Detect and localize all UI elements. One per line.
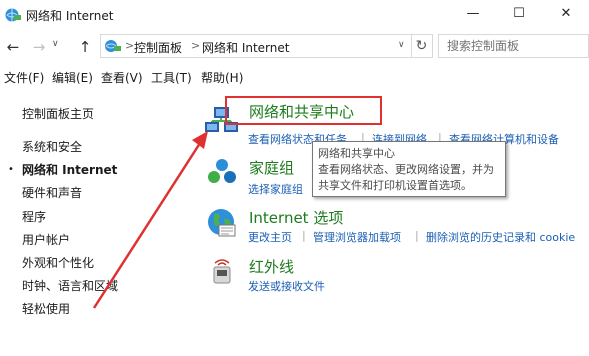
annotation-arrow	[92, 131, 208, 309]
